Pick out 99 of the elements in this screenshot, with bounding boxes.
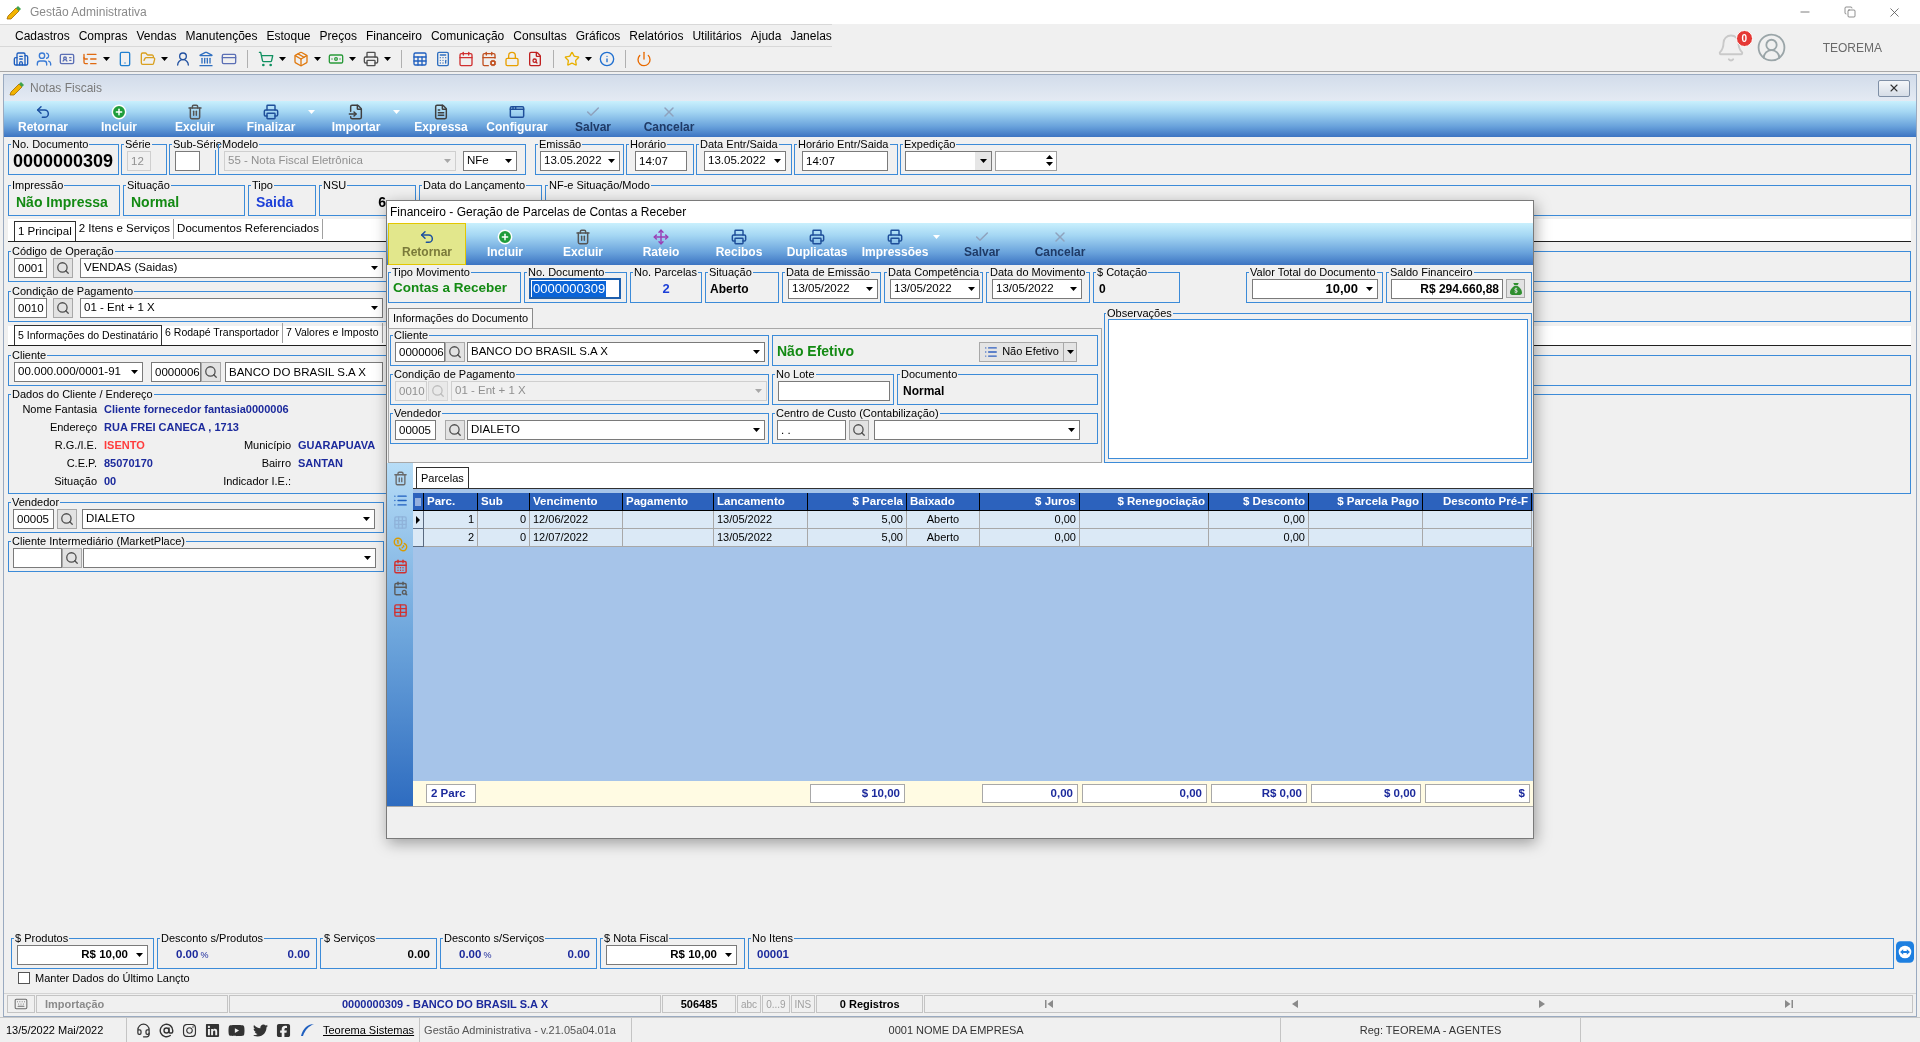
group-label: Vendedor: [11, 496, 61, 508]
group-label: Tipo Movimento: [391, 266, 471, 278]
discount-percent: 0.00 %: [176, 946, 209, 962]
user-name: TEOREMA: [1822, 39, 1882, 57]
field-value: SANTAN: [298, 455, 343, 471]
group-label: $ Cotação: [1096, 266, 1149, 278]
total-field: 0,00: [1082, 784, 1207, 803]
status-mode: Importação: [36, 995, 228, 1013]
total-field: $ 10,00: [810, 784, 905, 803]
notification-count: 0: [1735, 29, 1753, 47]
discount-value: 0.00: [567, 946, 590, 962]
group-label: Data do Movimento: [989, 266, 1087, 278]
total-field: $ 0,00: [1311, 784, 1421, 803]
group-label: Data de Emissão: [785, 266, 871, 278]
window-title: Gestão Administrativa: [30, 4, 147, 21]
field-label: Bairro: [261, 455, 291, 471]
group-label: Modelo: [221, 138, 260, 150]
group-label: Tipo: [251, 179, 274, 191]
status-record: 0000000309 - BANCO DO BRASIL S.A X: [229, 995, 661, 1013]
discount-percent: 0.00 %: [459, 946, 492, 962]
group-label: Expedição: [903, 138, 957, 150]
group-label: Data do Lançamento: [422, 179, 527, 191]
status-value: 6: [378, 192, 386, 211]
exchange-rate: 0: [1099, 280, 1106, 298]
group-label: Sub-Série: [172, 138, 222, 150]
status-company: 0001 NOME DA EMPRESA: [632, 1018, 1282, 1042]
group-label: Situação: [126, 179, 171, 191]
group-label: No. Parcelas: [633, 266, 698, 278]
group-label: Desconto s/Produtos: [160, 932, 265, 944]
status-value: Não Impressa: [16, 192, 108, 211]
group-label: Série: [124, 138, 152, 150]
field-value: Cliente fornecedor fantasia0000006: [104, 401, 289, 417]
document-number: 0000000309: [13, 150, 114, 171]
group-label: Vendedor: [393, 407, 443, 419]
installment-count: 2: [662, 279, 670, 298]
field-label: Nome Fantasia: [22, 401, 97, 417]
group-label: Observações: [1106, 307, 1173, 319]
group-label: Horário Entr/Saida: [797, 138, 890, 150]
group-label: NF-e Situação/Modo: [548, 179, 651, 191]
group-label: $ Produtos: [14, 932, 70, 944]
group-label: $ Nota Fiscal: [603, 932, 670, 944]
field-label: Situação: [54, 473, 97, 489]
window-title: Notas Fiscais: [30, 80, 103, 97]
key-indicator: INS: [790, 995, 816, 1013]
group-label: $ Serviços: [323, 932, 377, 944]
group-label: Horário: [629, 138, 668, 150]
group-label: Condição de Pagamento: [11, 285, 135, 297]
group-label: No. Documento: [527, 266, 606, 278]
group-label: Data Entr/Saida: [699, 138, 779, 150]
group-label: Código de Operação: [11, 245, 115, 257]
group-label: Cliente: [393, 329, 430, 341]
field-label: C.E.P.: [66, 455, 97, 471]
record-count: 0 Registros: [816, 995, 924, 1013]
field-label: Município: [243, 437, 291, 453]
group-label: Valor Total do Documento: [1249, 266, 1377, 278]
total-field: $: [1425, 784, 1530, 803]
key-indicator: 0...9: [762, 995, 790, 1013]
group-label: No. Documento: [11, 138, 90, 150]
status-version: Gestão Administrativa - v.21.05a04.01a: [420, 1018, 633, 1042]
group-label: Documento: [900, 368, 959, 380]
group-label: Saldo Financeiro: [1389, 266, 1474, 278]
amount-value: 0.00: [407, 946, 430, 962]
group-label: Situação: [708, 266, 753, 278]
field-label: Indicador I.E.:: [223, 473, 291, 489]
field-label: R.G./I.E.: [54, 437, 97, 453]
field-value: 00: [104, 473, 117, 489]
discount-value: 0.00: [287, 946, 310, 962]
group-label: No Itens: [751, 932, 794, 944]
status-value: Normal: [131, 192, 180, 211]
status-code: 506485: [662, 995, 736, 1013]
movement-type: Contas a Receber: [393, 279, 508, 298]
group-label: NSU: [322, 179, 348, 191]
group-label: Centro de Custo (Contabilização): [775, 407, 940, 419]
group-label: Emissão: [538, 138, 583, 150]
total-field: R$ 0,00: [1211, 784, 1307, 803]
total-field: 2 Parc: [426, 784, 476, 803]
group-label: Dados do Cliente / Endereço: [11, 388, 154, 400]
field-value: ISENTO: [104, 437, 145, 453]
status-value: Saida: [256, 192, 294, 211]
group-label: Cliente Intermediário (MarketPlace): [11, 535, 186, 547]
dialog-title: Financeiro - Geração de Parcelas de Contas a Receber: [390, 204, 687, 221]
status-registration: Reg: TEOREMA - AGENTES: [1281, 1018, 1582, 1042]
status-value: Não Efetivo: [777, 342, 854, 361]
status-date: 13/5/2022 Mai/2022: [0, 1018, 127, 1042]
field-value: 85070170: [104, 455, 153, 471]
group-label: Impressão: [11, 179, 65, 191]
document-type: Normal: [903, 382, 945, 400]
field-value: RUA FREI CANECA , 1713: [104, 419, 239, 435]
field-value: GUARAPUAVA: [298, 437, 376, 453]
total-field: 0,00: [982, 784, 1078, 803]
group-label: Condição de Pagamento: [393, 368, 517, 380]
status-value: Aberto: [710, 280, 749, 298]
key-indicator: abc: [737, 995, 762, 1013]
group-label: Desconto s/Serviços: [443, 932, 546, 944]
group-label: Cliente: [11, 349, 48, 361]
item-count: 00001: [757, 946, 789, 962]
group-label: No Lote: [775, 368, 816, 380]
field-label: Endereço: [49, 419, 97, 435]
group-label: Data Competência: [887, 266, 981, 278]
